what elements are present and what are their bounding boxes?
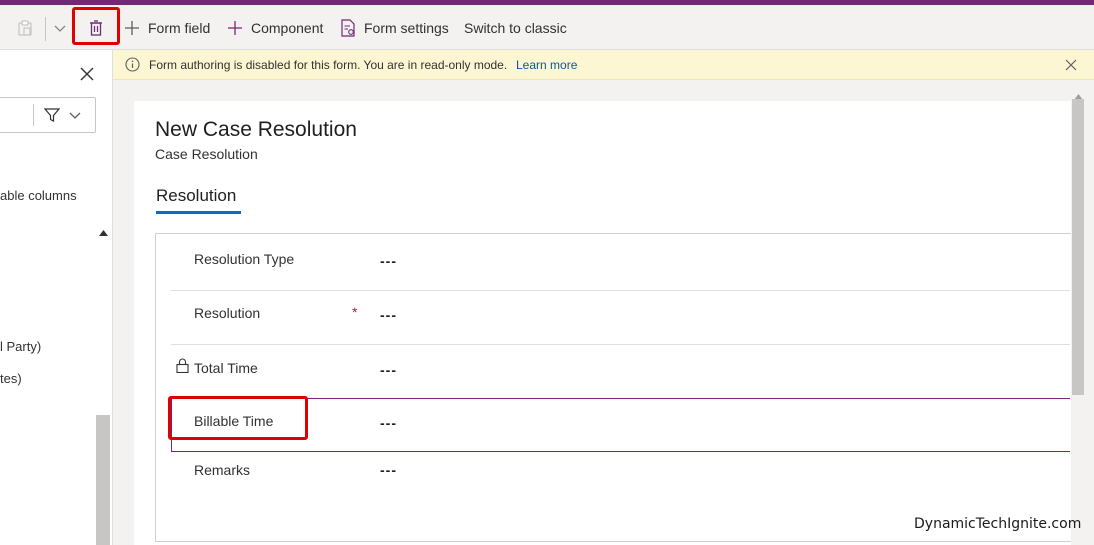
billable-time-highlight-box — [168, 396, 308, 440]
chevron-down-icon[interactable] — [68, 109, 82, 127]
side-text-party[interactable]: l Party) — [0, 339, 41, 354]
scrollbar-thumb[interactable] — [1072, 99, 1084, 395]
lock-icon — [176, 358, 189, 378]
left-side-panel: able columns l Party) tes) — [0, 50, 113, 545]
clipboard-icon — [16, 19, 34, 37]
field-value-resolution[interactable]: --- — [380, 307, 397, 323]
close-icon[interactable] — [1065, 59, 1077, 74]
watermark-text: DynamicTechIgnite.com — [914, 516, 1082, 532]
side-panel-scrollbar[interactable] — [96, 415, 110, 545]
field-value-billable-time[interactable]: --- — [380, 415, 397, 431]
field-label-resolution[interactable]: Resolution — [194, 305, 260, 321]
field-value-total-time[interactable]: --- — [380, 362, 397, 378]
add-form-field-button[interactable]: Form field — [124, 5, 210, 50]
close-icon — [79, 67, 95, 86]
close-panel-button[interactable] — [79, 66, 95, 82]
tab-resolution[interactable]: Resolution — [156, 186, 236, 206]
read-only-notice-bar: Form authoring is disabled for this form… — [113, 50, 1094, 80]
field-label-total-time[interactable]: Total Time — [194, 360, 258, 376]
paste-dropdown-button[interactable] — [53, 5, 67, 50]
side-text-billable-columns: able columns — [0, 188, 77, 203]
caret-up-icon[interactable] — [99, 223, 108, 241]
switch-to-classic-button[interactable]: Switch to classic — [464, 5, 567, 50]
row-divider — [171, 290, 1070, 291]
side-text-tes[interactable]: tes) — [0, 371, 22, 386]
plus-icon — [124, 20, 140, 36]
chevron-down-icon — [53, 21, 67, 35]
toolbar-divider — [45, 17, 46, 41]
plus-icon — [227, 20, 243, 36]
delete-highlight-box — [72, 7, 120, 45]
required-indicator: * — [352, 304, 358, 320]
column-search-box[interactable] — [0, 97, 96, 133]
row-divider — [171, 344, 1070, 345]
command-toolbar: Form field Component Form settings Switc… — [0, 5, 1094, 50]
active-tab-indicator — [156, 211, 241, 214]
add-component-button[interactable]: Component — [227, 5, 323, 50]
switch-to-classic-label: Switch to classic — [464, 19, 567, 36]
field-label-remarks[interactable]: Remarks — [194, 462, 250, 478]
paste-button[interactable] — [16, 5, 34, 50]
settings-document-icon — [340, 18, 356, 37]
form-section[interactable] — [155, 233, 1071, 542]
form-field-label: Form field — [148, 19, 211, 36]
search-divider — [33, 104, 34, 126]
field-value-resolution-type[interactable]: --- — [380, 253, 397, 269]
form-subtitle: Case Resolution — [155, 146, 258, 162]
component-label: Component — [251, 19, 324, 36]
filter-icon[interactable] — [43, 107, 61, 128]
notice-message: Form authoring is disabled for this form… — [149, 58, 508, 72]
learn-more-link[interactable]: Learn more — [516, 58, 577, 72]
field-label-resolution-type[interactable]: Resolution Type — [194, 251, 294, 267]
form-settings-label: Form settings — [364, 19, 449, 36]
form-scrollbar[interactable] — [1071, 84, 1086, 545]
info-icon — [125, 57, 140, 75]
form-settings-button[interactable]: Form settings — [340, 5, 449, 50]
field-value-remarks[interactable]: --- — [380, 462, 397, 478]
form-title: New Case Resolution — [155, 118, 357, 141]
